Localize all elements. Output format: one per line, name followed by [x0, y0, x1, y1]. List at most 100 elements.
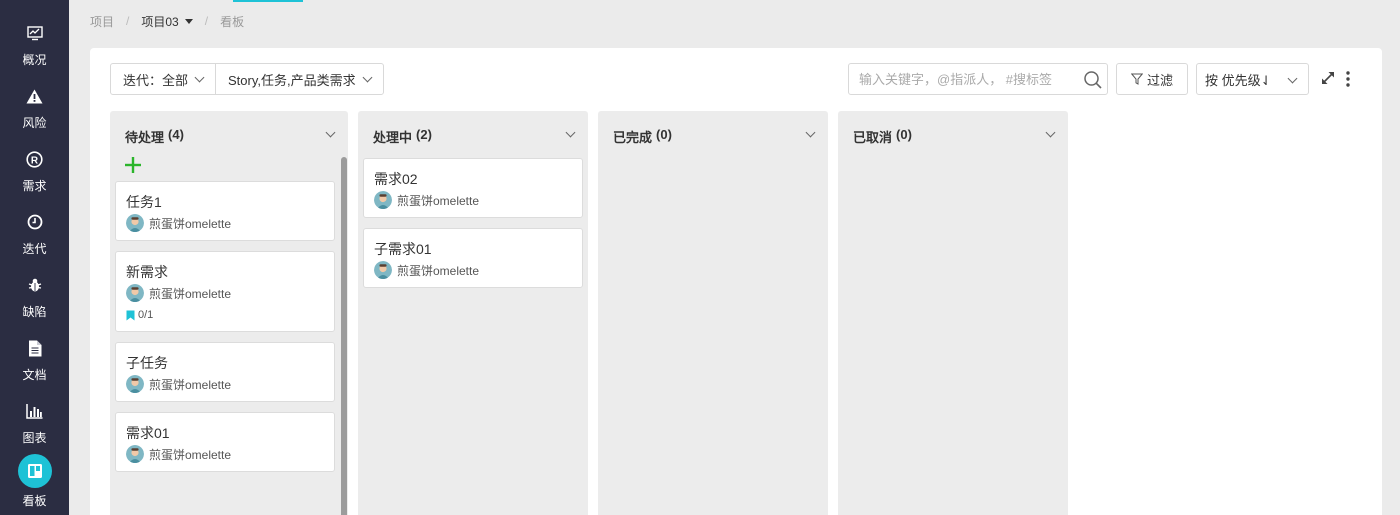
card-title: 子需求01: [374, 241, 432, 257]
sidebar-item-risk[interactable]: 风险: [0, 85, 69, 145]
document-icon: [26, 339, 44, 357]
sidebar-item-defects[interactable]: 缺陷: [0, 274, 69, 334]
card-title: 需求01: [126, 425, 170, 441]
top-accent-bar: [233, 0, 303, 2]
kanban-icon: [17, 454, 52, 488]
card[interactable]: 需求01 煎蛋饼omelette: [115, 412, 335, 472]
column-collapse-toggle[interactable]: [322, 127, 338, 141]
column-collapse-toggle[interactable]: [562, 127, 578, 141]
sidebar-item-requirements[interactable]: R 需求: [0, 148, 69, 208]
svg-text:R: R: [31, 155, 39, 166]
card[interactable]: 子需求01 煎蛋饼omelette: [363, 228, 583, 288]
type-filter-label: Story,任务,产品类需求: [228, 72, 356, 88]
column-title: 处理中: [373, 130, 413, 145]
card-title: 新需求: [126, 264, 168, 280]
expand-fullscreen-icon[interactable]: [1320, 70, 1336, 86]
sidebar-item-charts[interactable]: 图表: [0, 400, 69, 460]
column-count: (2): [416, 127, 432, 142]
column-header: 已取消 (0): [853, 127, 912, 146]
column-count: (0): [896, 127, 912, 142]
type-filter-dropdown[interactable]: Story,任务,产品类需求: [215, 64, 383, 94]
column-title: 待处理: [125, 130, 165, 145]
filter-button[interactable]: 过滤: [1116, 63, 1188, 95]
column-title: 已取消: [853, 130, 893, 145]
breadcrumb-separator: /: [126, 14, 130, 28]
card-assignee: 煎蛋饼omelette: [126, 375, 231, 393]
breadcrumb-project-dropdown[interactable]: 项目03: [141, 13, 193, 30]
iteration-filter-label: 迭代：全部: [123, 72, 189, 88]
assignee-name: 煎蛋饼omelette: [397, 263, 480, 278]
sidebar-item-kanban[interactable]: 看板: [0, 454, 69, 515]
chevron-down-icon: [805, 127, 815, 137]
column-cancelled: 已取消 (0): [838, 111, 1068, 515]
card-assignee: 煎蛋饼omelette: [126, 284, 231, 302]
bug-icon: [26, 276, 44, 294]
column-done: 已完成 (0): [598, 111, 828, 515]
column-header: 处理中 (2): [373, 127, 432, 146]
monitor-chart-icon: [26, 24, 44, 42]
column-header: 已完成 (0): [613, 127, 672, 146]
sort-dropdown[interactable]: 按 优先级⇃: [1196, 63, 1309, 95]
sidebar-item-iteration[interactable]: 迭代: [0, 211, 69, 271]
assignee-name: 煎蛋饼omelette: [397, 193, 480, 208]
chevron-down-icon: [565, 127, 575, 137]
add-card-plus-icon[interactable]: [124, 156, 142, 174]
sidebar-item-label: 概况: [22, 53, 47, 67]
sidebar-item-overview[interactable]: 概况: [0, 22, 69, 82]
card[interactable]: 子任务 煎蛋饼omelette: [115, 342, 335, 402]
avatar: [126, 375, 144, 393]
search-box: [848, 63, 1108, 95]
card-title: 子任务: [126, 355, 168, 371]
assignee-name: 煎蛋饼omelette: [149, 286, 232, 301]
chevron-down-icon: [325, 127, 335, 137]
card-assignee: 煎蛋饼omelette: [126, 445, 231, 463]
clock-icon: [26, 213, 44, 231]
sidebar-item-label: 迭代: [22, 242, 47, 256]
bookmark-icon: [126, 310, 135, 320]
breadcrumb-root[interactable]: 项目: [90, 13, 114, 30]
funnel-icon: [1130, 73, 1143, 85]
bar-chart-icon: [26, 402, 44, 420]
breadcrumb-current: 看板: [220, 14, 245, 29]
column-scrollbar[interactable]: [341, 157, 347, 515]
more-vertical-icon[interactable]: [1342, 69, 1354, 89]
chevron-down-icon: [194, 72, 205, 82]
card-assignee: 煎蛋饼omelette: [374, 261, 479, 279]
breadcrumb-separator: /: [204, 14, 209, 28]
column-count: (0): [656, 127, 672, 142]
breadcrumb-project-label: 项目03: [141, 14, 179, 29]
kanban-board: 迭代：全部 Story,任务,产品类需求 过滤 按 优先级⇃ 待处理 (4): [90, 48, 1382, 515]
avatar: [126, 284, 144, 302]
column-collapse-toggle[interactable]: [802, 127, 818, 141]
warning-icon: [26, 87, 44, 105]
sidebar-item-label: 需求: [22, 179, 47, 193]
sort-label: 按 优先级⇃: [1205, 72, 1272, 88]
column-collapse-toggle[interactable]: [1042, 127, 1058, 141]
card[interactable]: 新需求 煎蛋饼omelette 0/1: [115, 251, 335, 332]
assignee-name: 煎蛋饼omelette: [149, 447, 232, 462]
chevron-down-icon: [362, 72, 373, 82]
card-assignee: 煎蛋饼omelette: [126, 214, 231, 232]
card[interactable]: 需求02 煎蛋饼omelette: [363, 158, 583, 218]
card-title: 任务1: [126, 194, 162, 210]
iteration-filter-dropdown[interactable]: 迭代：全部: [111, 64, 215, 94]
column-todo: 待处理 (4) 任务1 煎蛋饼omelette 新需求 煎蛋饼omelette …: [110, 111, 348, 515]
column-in-progress: 处理中 (2) 需求02 煎蛋饼omelette 子需求01 煎蛋饼omelet…: [358, 111, 588, 515]
column-title: 已完成: [613, 130, 653, 145]
search-icon[interactable]: [1083, 70, 1103, 90]
assignee-name: 煎蛋饼omelette: [149, 216, 232, 231]
search-input[interactable]: [849, 64, 1069, 94]
column-header: 待处理 (4): [125, 127, 184, 146]
breadcrumb: 项目 / 项目03 / 看板: [90, 13, 244, 29]
sidebar-item-documents[interactable]: 文档: [0, 337, 69, 397]
avatar: [126, 445, 144, 463]
caret-down-icon: [184, 18, 193, 24]
sidebar-item-label: 风险: [22, 116, 47, 130]
sidebar-item-label: 看板: [22, 494, 47, 508]
subtask-progress-text: 0/1: [138, 309, 154, 321]
card[interactable]: 任务1 煎蛋饼omelette: [115, 181, 335, 241]
sidebar-item-label: 文档: [22, 368, 47, 382]
avatar: [374, 191, 392, 209]
card-assignee: 煎蛋饼omelette: [374, 191, 479, 209]
column-count: (4): [168, 127, 184, 142]
